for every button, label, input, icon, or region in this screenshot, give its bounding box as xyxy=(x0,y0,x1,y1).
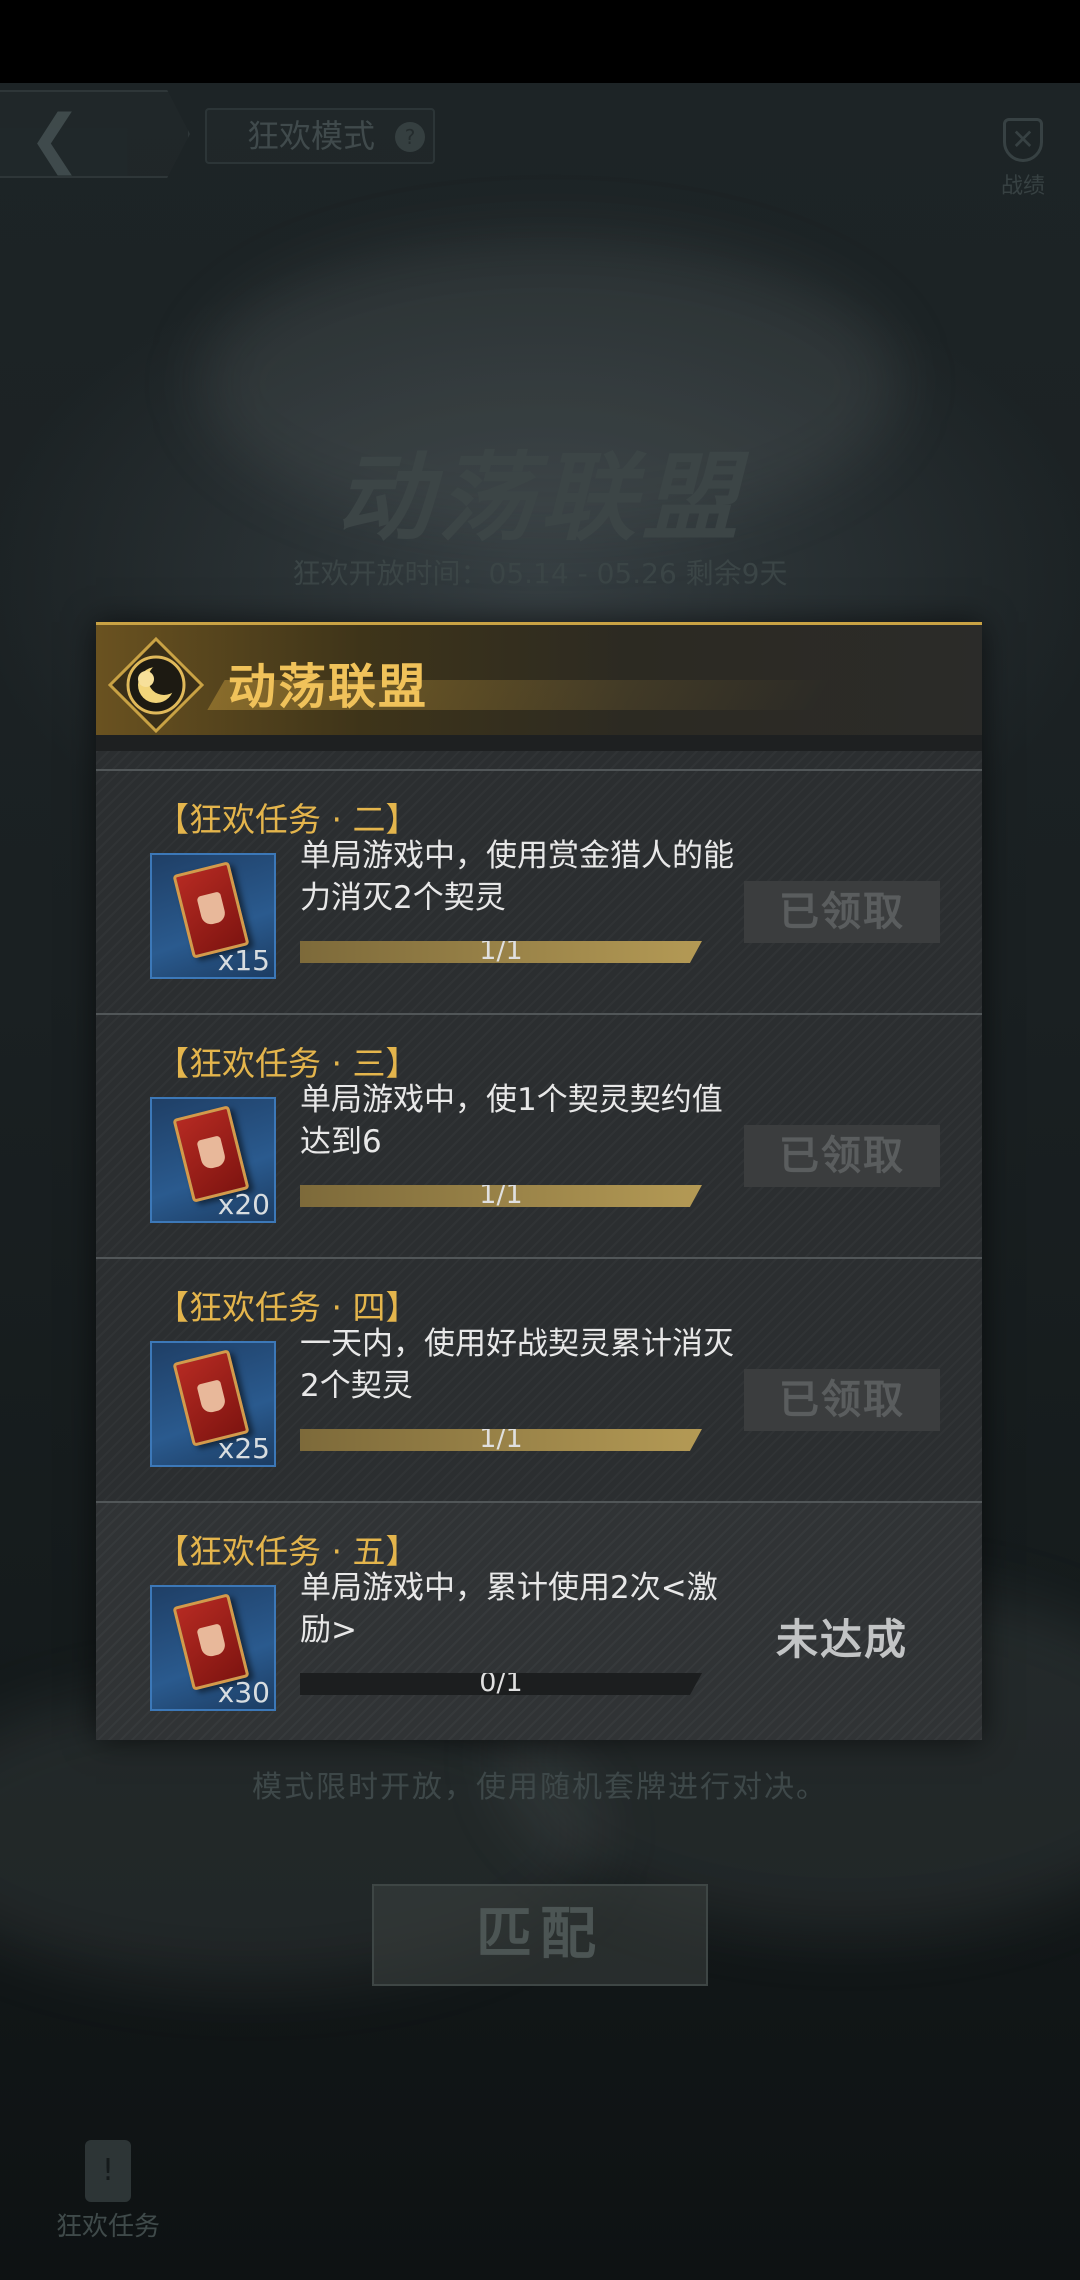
task-description: 单局游戏中，累计使用2次<激励> xyxy=(300,1570,718,1648)
list-item-partial xyxy=(96,751,982,771)
task-description: 一天内，使用好战契灵累计消灭2个契灵 xyxy=(300,1326,734,1404)
mode-description: 模式限时开放，使用随机套牌进行对决。 xyxy=(252,1770,828,1805)
popup-header: 动荡联盟 xyxy=(96,625,982,735)
open-time-text: 狂欢开放时间：05.14 - 05.26 剩余9天 xyxy=(292,557,788,590)
claimed-button[interactable]: 已领取 xyxy=(744,881,940,943)
progress-text: 1/1 xyxy=(479,935,523,966)
task-item: 【狂欢任务 · 三】 x20 单局游戏中，使1个契灵契约值达到6 1/1 已领取 xyxy=(96,1015,982,1259)
progress-text: 1/1 xyxy=(479,1179,523,1210)
task-title: 【狂欢任务 · 二】 xyxy=(156,800,419,839)
reward-item[interactable]: x25 xyxy=(150,1341,276,1467)
record-button[interactable]: ✕ 战绩 xyxy=(988,118,1058,268)
match-button[interactable]: 匹配 xyxy=(372,1884,708,1986)
progress-text: 1/1 xyxy=(479,1423,523,1454)
task-title: 【狂欢任务 · 五】 xyxy=(156,1532,419,1571)
not-achieved-status: 未达成 xyxy=(775,1615,908,1664)
progress-bar: 1/1 xyxy=(300,1429,702,1451)
mode-title: 动荡联盟 xyxy=(336,441,744,554)
progress-bar: 1/1 xyxy=(300,941,702,963)
status-bar xyxy=(0,0,1080,83)
task-description: 单局游戏中，使用赏金猎人的能力消灭2个契灵 xyxy=(300,838,734,916)
progress-bar: 0/1 xyxy=(300,1673,702,1695)
help-icon[interactable]: ? xyxy=(395,122,425,152)
reward-count: x30 xyxy=(217,1676,270,1709)
task-list[interactable]: 【狂欢任务 · 二】 x15 单局游戏中，使用赏金猎人的能力消灭2个契灵 1/1… xyxy=(96,751,982,1740)
task-popup: 动荡联盟 【狂欢任务 · 二】 x15 单局游戏中，使用赏金猎人的能力消灭2个契… xyxy=(96,622,982,1740)
task-title: 【狂欢任务 · 三】 xyxy=(156,1044,419,1083)
popup-title: 动荡联盟 xyxy=(228,659,429,715)
claimed-button[interactable]: 已领取 xyxy=(744,1125,940,1187)
progress-bar: 1/1 xyxy=(300,1185,702,1207)
reward-item[interactable]: x20 xyxy=(150,1097,276,1223)
task-item: 【狂欢任务 · 四】 x25 一天内，使用好战契灵累计消灭2个契灵 1/1 已领… xyxy=(96,1259,982,1503)
claimed-button[interactable]: 已领取 xyxy=(744,1369,940,1431)
task-item: 【狂欢任务 · 五】 x30 单局游戏中，累计使用2次<激励> 0/1 未达成 xyxy=(96,1503,982,1740)
carnival-tasks-label: 狂欢任务 xyxy=(55,2212,160,2242)
shield-icon: ✕ xyxy=(1003,118,1043,162)
carnival-tasks-button[interactable]: ! 狂欢任务 xyxy=(48,2140,168,2260)
back-button[interactable]: ❮ xyxy=(0,90,190,178)
reward-item[interactable]: x15 xyxy=(150,853,276,979)
task-title: 【狂欢任务 · 四】 xyxy=(156,1288,419,1327)
record-label: 战绩 xyxy=(1000,174,1045,199)
task-item: 【狂欢任务 · 二】 x15 单局游戏中，使用赏金猎人的能力消灭2个契灵 1/1… xyxy=(96,771,982,1015)
mode-tab-label: 狂欢模式 xyxy=(247,117,376,155)
progress-text: 0/1 xyxy=(479,1667,523,1698)
reward-count: x15 xyxy=(217,944,270,977)
mode-tab[interactable]: 狂欢模式 ? xyxy=(205,108,435,164)
crescent-moon-icon xyxy=(107,636,205,734)
task-icon: ! xyxy=(85,2140,131,2202)
task-description: 单局游戏中，使1个契灵契约值达到6 xyxy=(300,1082,723,1160)
back-arrow-icon: ❮ xyxy=(28,102,82,176)
reward-count: x25 xyxy=(217,1432,270,1465)
reward-count: x20 xyxy=(217,1188,270,1221)
reward-item[interactable]: x30 xyxy=(150,1585,276,1711)
